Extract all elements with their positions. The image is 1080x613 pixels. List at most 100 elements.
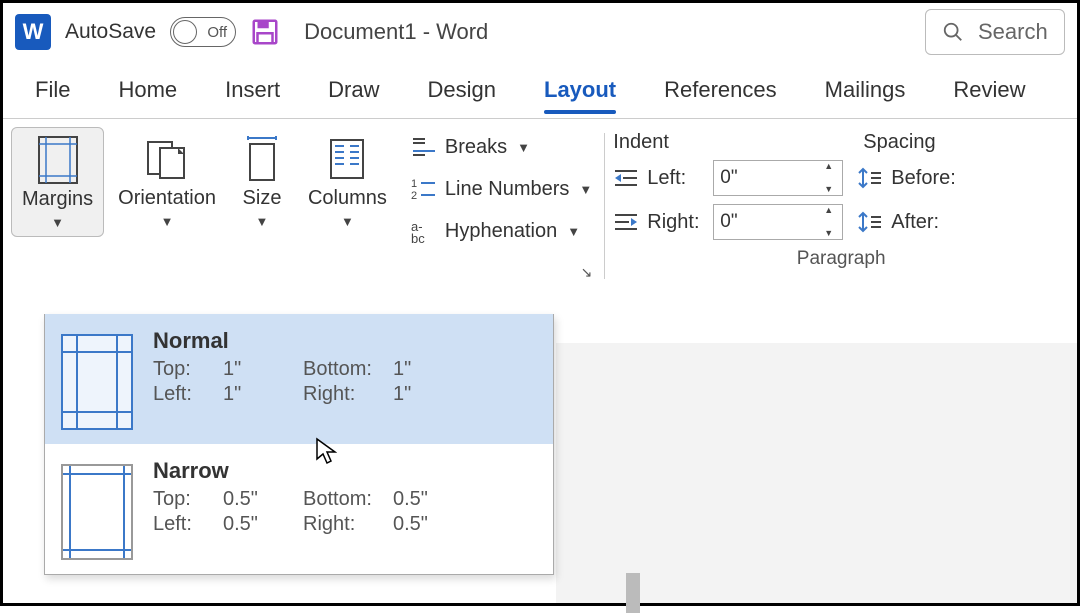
columns-label: Columns	[308, 187, 387, 210]
chevron-down-icon: ▼	[51, 215, 64, 230]
indent-right-input[interactable]: 0" ▲ ▼	[713, 204, 843, 240]
page-setup-launcher-icon[interactable]: ↘	[581, 264, 593, 281]
document-canvas[interactable]	[556, 343, 1077, 603]
spacing-before-label: Before:	[891, 167, 961, 190]
chevron-down-icon: ▼	[161, 214, 174, 229]
indent-left-value: 0"	[720, 167, 737, 189]
word-app-icon: W	[15, 14, 51, 50]
orientation-icon	[142, 133, 192, 185]
chevron-down-icon: ▼	[517, 140, 530, 155]
toggle-state: Off	[207, 24, 227, 41]
size-button[interactable]: Size ▼	[230, 127, 294, 235]
autosave-label: AutoSave	[65, 20, 156, 44]
search-placeholder: Search	[978, 19, 1048, 45]
bottom-value: 0.5"	[393, 488, 453, 511]
breaks-button[interactable]: Breaks ▼	[407, 127, 596, 167]
document-title: Document1 - Word	[304, 19, 488, 45]
spin-up-icon[interactable]: ▲	[824, 206, 840, 215]
hyphenation-button[interactable]: a-bc Hyphenation ▼	[407, 211, 596, 251]
left-value: 0.5"	[223, 513, 303, 536]
svg-text:2: 2	[411, 190, 417, 201]
margin-option-name: Normal	[153, 328, 537, 354]
indent-header: Indent	[613, 131, 863, 154]
size-label: Size	[243, 187, 282, 210]
top-label: Top:	[153, 488, 223, 511]
tab-draw[interactable]: Draw	[304, 61, 403, 118]
indent-left-icon	[613, 167, 639, 189]
paragraph-group-name: Paragraph	[797, 248, 886, 270]
group-paragraph: Indent Spacing Left: 0" ▲ ▼ Before: Right…	[613, 127, 1069, 299]
chevron-down-icon: ▼	[579, 182, 592, 197]
margins-dropdown: Normal Top: 1" Bottom: 1" Left: 1" Right…	[44, 314, 554, 575]
spacing-before-icon	[857, 167, 883, 189]
columns-icon	[325, 133, 369, 185]
margin-option-narrow[interactable]: Narrow Top: 0.5" Bottom: 0.5" Left: 0.5"…	[45, 444, 553, 574]
margin-normal-thumb-icon	[61, 334, 133, 430]
top-label: Top:	[153, 358, 223, 381]
margins-icon	[37, 134, 79, 186]
tab-file[interactable]: File	[11, 61, 94, 118]
hyphenation-icon: a-bc	[411, 219, 437, 243]
chevron-down-icon: ▼	[256, 214, 269, 229]
left-label: Left:	[153, 513, 223, 536]
tab-insert[interactable]: Insert	[201, 61, 304, 118]
indent-left-input[interactable]: 0" ▲ ▼	[713, 160, 843, 196]
toggle-knob-icon	[173, 20, 197, 44]
tab-design[interactable]: Design	[404, 61, 520, 118]
group-page-setup: Margins ▼ Orientation ▼ Size ▼	[11, 127, 596, 299]
size-icon	[240, 133, 284, 185]
indent-right-label: Right:	[647, 211, 705, 234]
orientation-button[interactable]: Orientation ▼	[108, 127, 226, 235]
indent-right-value: 0"	[720, 211, 737, 233]
margins-button[interactable]: Margins ▼	[11, 127, 104, 237]
chevron-down-icon: ▼	[341, 214, 354, 229]
breaks-label: Breaks	[445, 136, 507, 159]
margin-narrow-thumb-icon	[61, 464, 133, 560]
right-label: Right:	[303, 513, 393, 536]
tab-mailings[interactable]: Mailings	[801, 61, 930, 118]
spin-up-icon[interactable]: ▲	[824, 162, 840, 171]
line-numbers-button[interactable]: 12 Line Numbers ▼	[407, 169, 596, 209]
top-value: 0.5"	[223, 488, 303, 511]
search-icon	[942, 21, 964, 43]
spacing-after-label: After:	[891, 211, 961, 234]
columns-button[interactable]: Columns ▼	[298, 127, 397, 235]
spin-down-icon[interactable]: ▼	[824, 185, 840, 194]
ribbon-tabs: File Home Insert Draw Design Layout Refe…	[3, 61, 1077, 119]
line-numbers-icon: 12	[411, 177, 437, 201]
tab-references[interactable]: References	[640, 61, 801, 118]
margins-label: Margins	[22, 188, 93, 211]
svg-text:bc: bc	[411, 231, 425, 243]
save-icon[interactable]	[250, 17, 280, 47]
indent-left-label: Left:	[647, 167, 705, 190]
spacing-after-icon	[857, 211, 883, 233]
top-value: 1"	[223, 358, 303, 381]
spacing-header: Spacing	[863, 131, 935, 154]
line-numbers-label: Line Numbers	[445, 178, 570, 201]
margin-option-normal[interactable]: Normal Top: 1" Bottom: 1" Left: 1" Right…	[45, 314, 553, 444]
right-value: 0.5"	[393, 513, 453, 536]
tab-review[interactable]: Review	[929, 61, 1049, 118]
tab-home[interactable]: Home	[94, 61, 201, 118]
bottom-value: 1"	[393, 358, 453, 381]
orientation-label: Orientation	[118, 187, 216, 210]
title-bar: W AutoSave Off Document1 - Word Search	[3, 3, 1077, 61]
bottom-label: Bottom:	[303, 488, 393, 511]
svg-text:1: 1	[411, 178, 417, 190]
page-edge	[626, 573, 640, 613]
margin-option-name: Narrow	[153, 458, 537, 484]
search-box[interactable]: Search	[925, 9, 1065, 55]
autosave-toggle[interactable]: Off	[170, 17, 236, 47]
ribbon: Margins ▼ Orientation ▼ Size ▼	[3, 119, 1077, 299]
right-value: 1"	[393, 383, 453, 406]
left-value: 1"	[223, 383, 303, 406]
breaks-icon	[411, 135, 437, 159]
right-label: Right:	[303, 383, 393, 406]
left-label: Left:	[153, 383, 223, 406]
group-divider	[604, 133, 605, 279]
bottom-label: Bottom:	[303, 358, 393, 381]
spin-down-icon[interactable]: ▼	[824, 229, 840, 238]
indent-right-icon	[613, 211, 639, 233]
hyphenation-label: Hyphenation	[445, 220, 557, 243]
tab-layout[interactable]: Layout	[520, 61, 640, 118]
